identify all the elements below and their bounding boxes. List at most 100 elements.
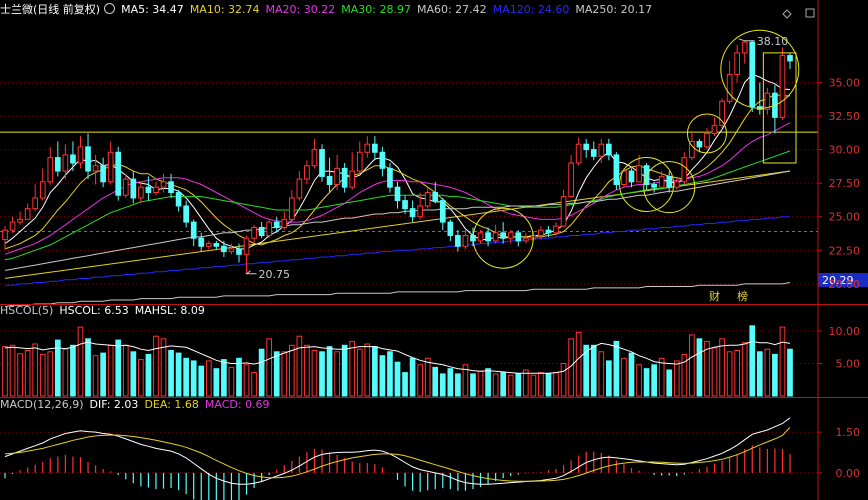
volume-bar xyxy=(364,343,371,397)
macd-legend-0: DIF: 2.03 xyxy=(89,398,139,411)
candle xyxy=(749,41,756,108)
volume-bar xyxy=(319,351,325,397)
candle xyxy=(590,149,597,157)
volume-bar xyxy=(772,353,778,397)
volume-bar xyxy=(387,351,393,397)
volume-bar xyxy=(311,350,318,397)
volume-tick-label: 10.00 xyxy=(829,325,861,338)
candle xyxy=(613,154,620,185)
candle xyxy=(560,196,567,227)
volume-legend-1: MAHSL: 8.09 xyxy=(134,304,205,317)
candle xyxy=(598,143,605,157)
ma-legend-2: MA20: 30.22 xyxy=(265,3,336,16)
price-tick-label: 20.00 xyxy=(829,278,861,291)
volume-bar xyxy=(130,351,137,397)
candle xyxy=(636,165,642,183)
candle xyxy=(2,229,8,241)
volume-bar xyxy=(492,373,499,397)
candle xyxy=(54,157,61,172)
circle-toggle-icon[interactable] xyxy=(104,3,116,14)
candle xyxy=(545,229,552,234)
ma-legend: MA5: 34.47 MA10: 32.74 MA20: 30.22 MA30: 28… xyxy=(121,3,658,16)
stock-name[interactable]: 士兰微(日线 前复权) xyxy=(0,3,100,16)
volume-bar xyxy=(590,344,597,397)
macd-legend-1: DEA: 1.68 xyxy=(144,398,199,411)
ma-legend-1: MA10: 32.74 xyxy=(189,3,260,16)
candle xyxy=(115,151,122,196)
stock-chart[interactable]: 38.1020.75 20.29财榜 20.0022.5025.0027.5030… xyxy=(0,0,868,500)
volume-bar xyxy=(243,364,250,397)
volume-bar xyxy=(553,372,559,397)
candle xyxy=(273,221,280,228)
volume-bar xyxy=(2,346,8,397)
volume-bar xyxy=(17,353,23,397)
candle xyxy=(417,205,423,218)
candle xyxy=(130,178,137,199)
restore-icon xyxy=(805,8,815,18)
candle xyxy=(221,245,227,253)
volume-bar xyxy=(696,338,703,397)
candle xyxy=(568,162,574,198)
volume-header: HSCOL(5) HSCOL: 6.53 MAHSL: 8.09 xyxy=(0,303,217,319)
volume-bar xyxy=(455,373,461,397)
volume-bar xyxy=(77,326,84,397)
candle xyxy=(455,235,461,247)
ma10-line xyxy=(4,93,790,250)
candle xyxy=(485,232,491,242)
ma-legend-3: MA30: 28.97 xyxy=(341,3,411,16)
candle xyxy=(326,175,333,185)
volume-bar xyxy=(545,373,552,397)
volume-bar xyxy=(651,364,657,397)
candle xyxy=(153,186,159,194)
candle xyxy=(281,218,288,228)
volume-bar xyxy=(417,364,423,397)
candle xyxy=(372,143,378,153)
volume-bar xyxy=(85,338,91,397)
volume-bar xyxy=(168,350,174,397)
volume-bar xyxy=(711,347,718,397)
candle xyxy=(394,186,401,202)
ma-legend-4: MA60: 27.42 xyxy=(416,3,487,16)
candle xyxy=(666,175,673,188)
candle xyxy=(77,146,84,164)
volume-bar xyxy=(779,326,786,397)
volume-bar xyxy=(439,373,446,397)
volume-bar xyxy=(719,338,725,397)
volume-bar xyxy=(39,353,46,397)
candle xyxy=(681,157,688,183)
candle xyxy=(409,208,416,218)
candle xyxy=(462,235,469,247)
high-marker-arrow xyxy=(738,38,755,42)
volume-bar xyxy=(349,340,356,397)
candle xyxy=(553,225,559,234)
candle xyxy=(711,124,718,134)
price-tick-label: 32.50 xyxy=(829,110,861,123)
candle xyxy=(236,248,242,255)
candle xyxy=(228,248,235,253)
macd-indicator-name[interactable]: MACD(12,26,9) xyxy=(0,398,84,411)
volume-indicator-name[interactable]: HSCOL(5) xyxy=(0,304,53,317)
candle xyxy=(439,200,446,223)
volume-bar xyxy=(409,357,416,397)
candle xyxy=(85,146,91,172)
volume-bars xyxy=(2,325,793,397)
candle xyxy=(447,221,454,237)
candle xyxy=(9,221,16,231)
candle xyxy=(424,192,431,207)
candle xyxy=(145,186,152,194)
candle xyxy=(741,41,748,54)
macd-header: MACD(12,26,9) DIF: 2.03 DEA: 1.68 MACD: 0.6… xyxy=(0,397,282,413)
candle xyxy=(258,226,265,237)
volume-bar xyxy=(402,372,408,397)
candle xyxy=(17,218,23,223)
candle xyxy=(651,183,657,188)
volume-legend-0: HSCOL: 6.53 xyxy=(59,304,129,317)
volume-bar xyxy=(334,351,340,397)
candle xyxy=(311,149,318,167)
candle xyxy=(538,229,544,237)
volume-bar xyxy=(258,348,265,397)
volume-bar xyxy=(726,351,733,397)
volume-bar xyxy=(145,353,152,397)
volume-bar xyxy=(122,344,129,397)
finance-tag: 财 xyxy=(709,289,720,303)
